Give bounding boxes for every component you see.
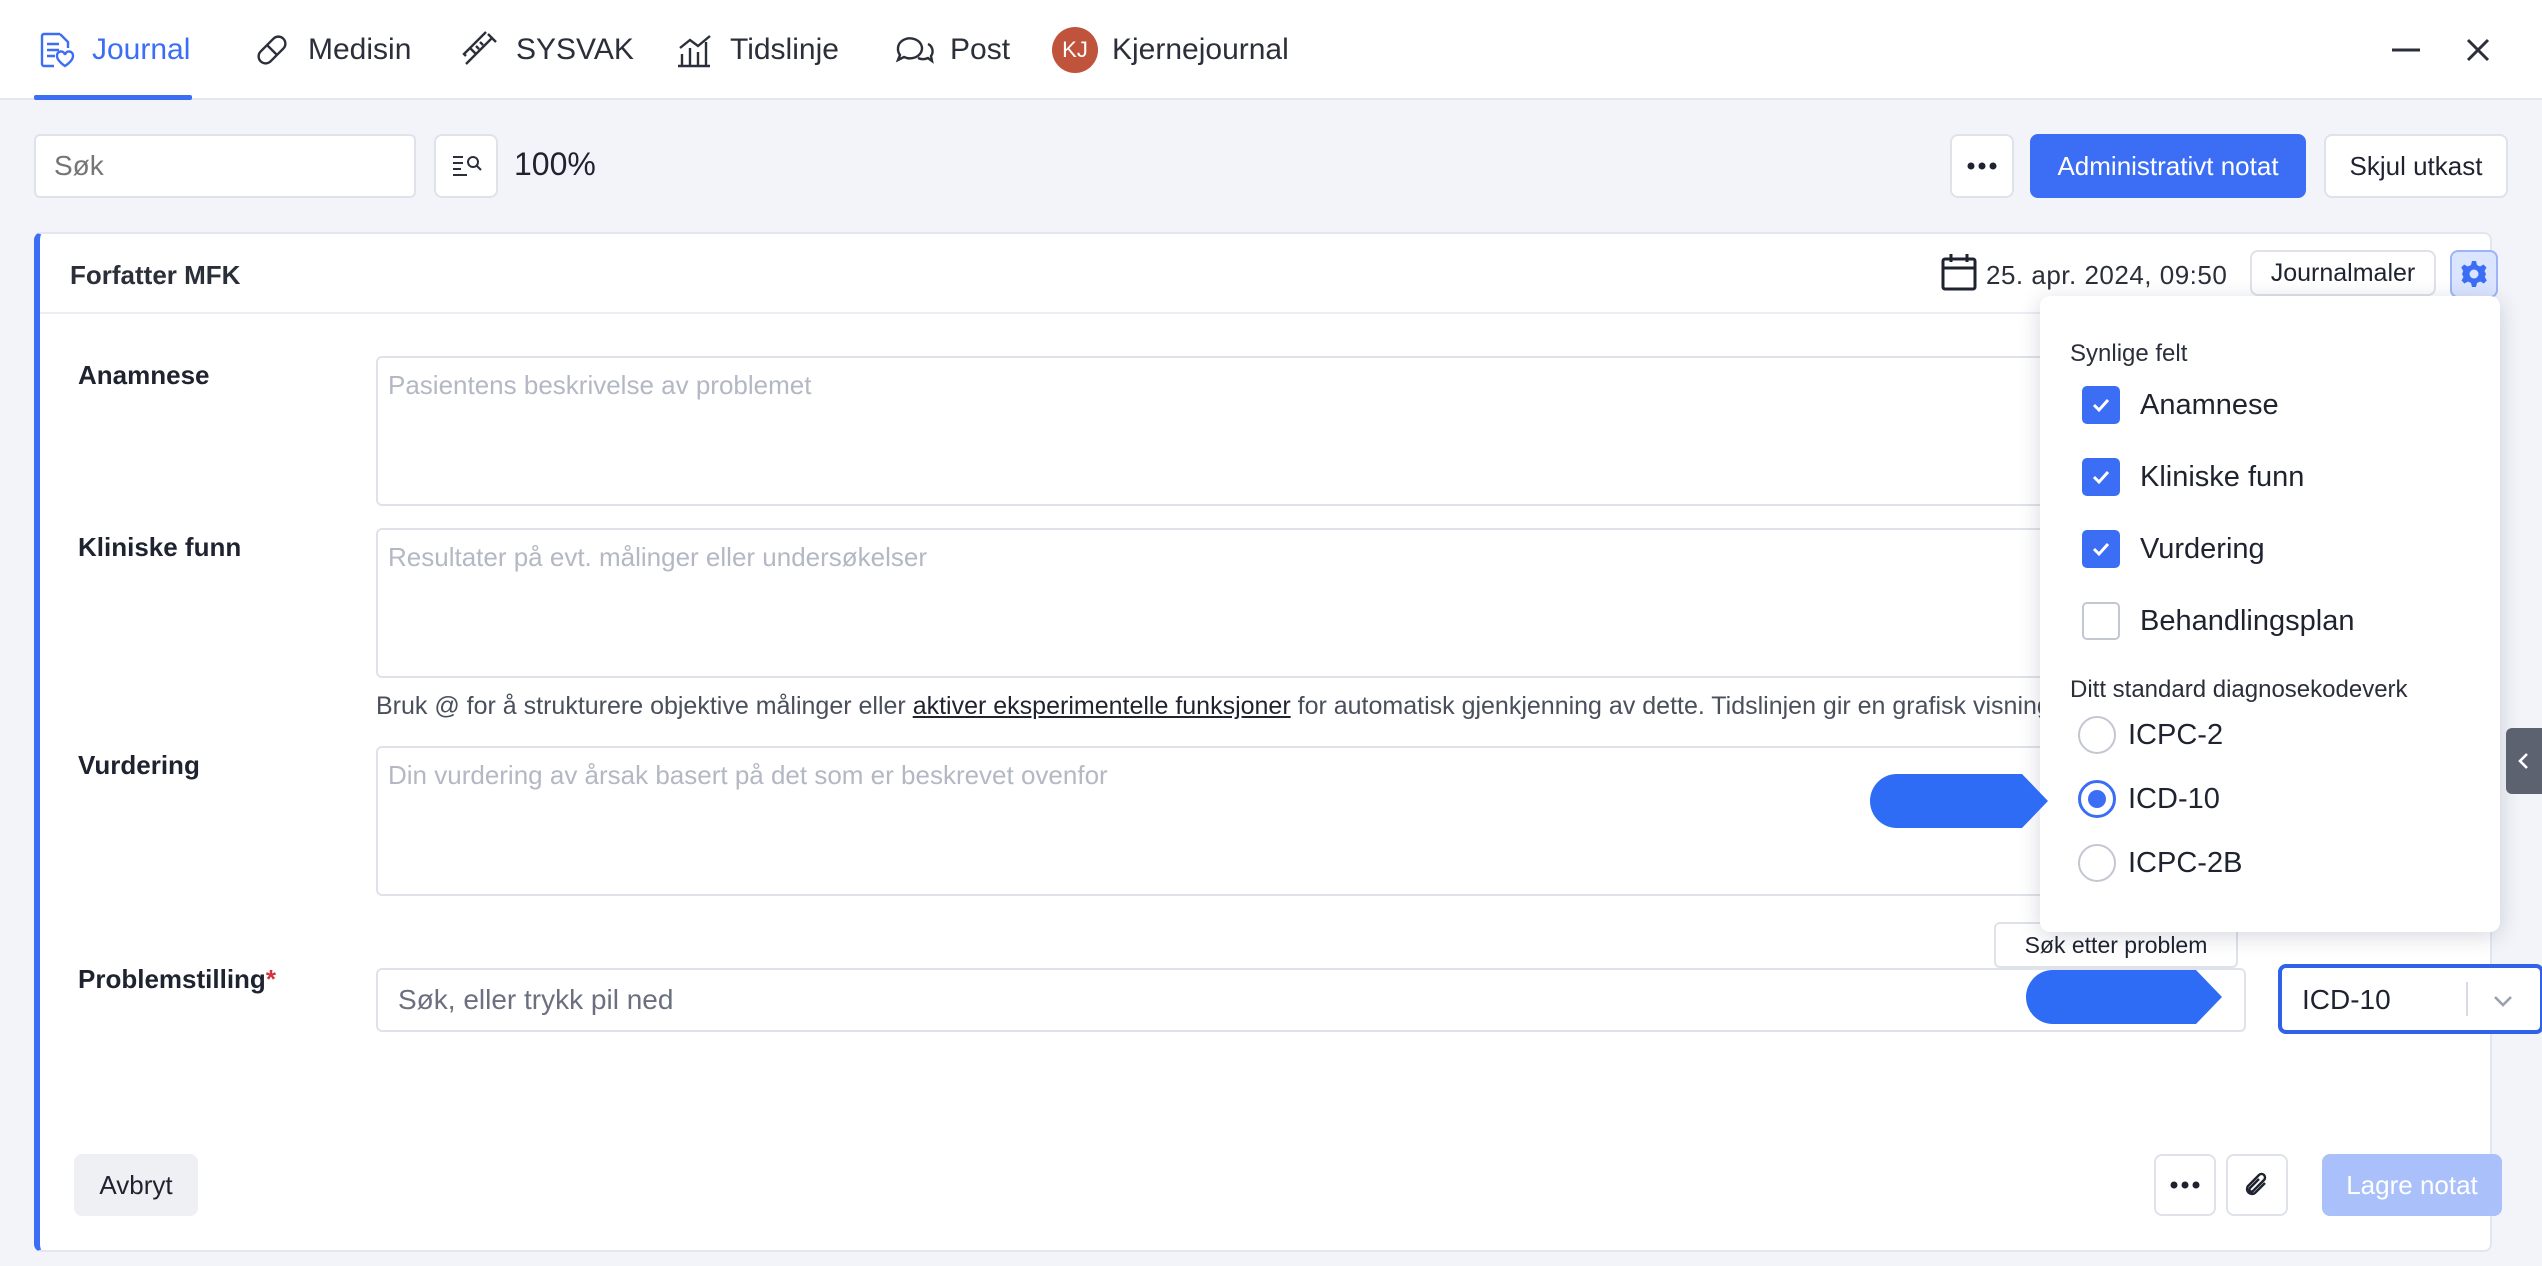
chevron-left-icon: [2518, 753, 2528, 769]
checkbox-label: Vurdering: [2140, 532, 2265, 565]
experimental-features-link[interactable]: aktiver eksperimentelle funksjoner: [913, 692, 1291, 720]
chart-icon: [678, 35, 711, 68]
syringe-icon: [462, 31, 497, 65]
minimize-icon[interactable]: [2384, 28, 2428, 72]
checkbox-label: Anamnese: [2140, 388, 2279, 421]
kliniske-funn-label: Kliniske funn: [78, 532, 242, 562]
tab-medisin[interactable]: Medisin: [250, 0, 411, 100]
search-input[interactable]: [34, 134, 416, 198]
kliniske-funn-field[interactable]: Resultater på evt. målinger eller unders…: [376, 528, 2136, 678]
radio-label: ICPC-2: [2128, 718, 2224, 751]
attach-button[interactable]: [2226, 1154, 2288, 1216]
view-options-button[interactable]: [434, 134, 498, 198]
vurdering-field[interactable]: Din vurdering av årsak basert på det som…: [376, 746, 2136, 896]
checkbox-behandlingsplan[interactable]: Behandlingsplan: [2082, 602, 2354, 640]
radio-unselected: [2078, 844, 2116, 882]
code-system-value: ICD-10: [2302, 984, 2391, 1015]
administrative-note-button[interactable]: Administrativt notat: [2030, 134, 2306, 198]
avatar: KJ: [1052, 27, 1098, 73]
tab-label: Kjernejournal: [1112, 33, 1289, 66]
side-panel-toggle[interactable]: [2506, 728, 2542, 794]
tab-sysvak[interactable]: SYSVAK: [458, 0, 634, 100]
checkbox-checked: [2082, 530, 2120, 568]
tab-label: Journal: [92, 33, 191, 66]
tab-post[interactable]: Post: [892, 0, 1010, 100]
pointer-marker: [2026, 970, 2222, 1024]
checkbox-checked: [2082, 458, 2120, 496]
field-settings-popup: Synlige felt Anamnese Kliniske funn Vurd…: [2040, 296, 2500, 932]
checkbox-anamnese[interactable]: Anamnese: [2082, 386, 2279, 424]
calendar-icon: [1941, 254, 1977, 291]
cancel-button[interactable]: Avbryt: [74, 1154, 198, 1216]
more-icon: [2170, 1181, 2200, 1189]
paperclip-icon: [2245, 1172, 2267, 1196]
list-search-icon: [453, 156, 482, 176]
problemstilling-text: Problemstilling: [78, 964, 266, 994]
vurdering-label: Vurdering: [78, 750, 200, 780]
more-icon: [1967, 162, 1997, 170]
code-system-title: Ditt standard diagnosekodeverk: [2070, 676, 2408, 703]
top-navigation: Journal Medisin SYSVAK Tidslinje Post KJ…: [0, 0, 2542, 100]
visible-fields-title: Synlige felt: [2070, 340, 2188, 367]
tab-journal[interactable]: Journal: [34, 0, 192, 100]
checkbox-label: Kliniske funn: [2140, 460, 2305, 493]
checkbox-vurdering[interactable]: Vurdering: [2082, 530, 2265, 568]
tab-tidslinje[interactable]: Tidslinje: [672, 0, 839, 100]
problemstilling-label: Problemstilling*: [78, 964, 276, 995]
code-system-select[interactable]: ICD-10: [2278, 964, 2542, 1034]
select-divider: [2466, 982, 2468, 1016]
tab-label: Tidslinje: [730, 33, 839, 66]
more-button[interactable]: [1950, 134, 2014, 198]
journal-icon: [40, 32, 75, 68]
settings-button[interactable]: [2450, 250, 2498, 298]
required-marker: *: [265, 964, 276, 994]
chevron-down-icon: [2494, 996, 2512, 1007]
radio-icpc-2[interactable]: ICPC-2: [2078, 716, 2223, 754]
check-icon: [2092, 542, 2110, 557]
zoom-level: 100%: [514, 146, 596, 182]
anamnese-label: Anamnese: [78, 360, 210, 390]
tab-label: Medisin: [308, 33, 412, 66]
tab-label: SYSVAK: [516, 33, 634, 66]
structure-hint: Bruk @ for å strukturere objektive målin…: [376, 692, 2076, 721]
radio-label: ICPC-2B: [2128, 846, 2243, 879]
chat-icon: [895, 37, 934, 64]
note-date: 25. apr. 2024, 09:50: [1986, 260, 2228, 290]
checkbox-label: Behandlingsplan: [2140, 604, 2355, 637]
pill-icon: [257, 35, 287, 65]
tab-kjernejournal[interactable]: KJ Kjernejournal: [1052, 0, 1289, 100]
radio-unselected: [2078, 716, 2116, 754]
checkbox-unchecked: [2082, 602, 2120, 640]
pointer-marker: [1870, 774, 2048, 828]
save-note-button[interactable]: Lagre notat: [2322, 1154, 2502, 1216]
close-icon[interactable]: [2456, 28, 2500, 72]
note-author: Forfatter MFK: [70, 260, 241, 290]
anamnese-field[interactable]: Pasientens beskrivelse av problemet: [376, 356, 2136, 506]
radio-label: ICD-10: [2128, 782, 2220, 815]
tab-label: Post: [950, 33, 1011, 66]
check-icon: [2092, 398, 2110, 413]
footer-more-button[interactable]: [2154, 1154, 2216, 1216]
hide-draft-button[interactable]: Skjul utkast: [2324, 134, 2508, 198]
radio-icd-10[interactable]: ICD-10: [2078, 780, 2220, 818]
hint-text-end: for automatisk gjenkjenning av dette. Ti…: [1290, 692, 2051, 720]
checkbox-checked: [2082, 386, 2120, 424]
check-icon: [2092, 470, 2110, 485]
problem-search-input[interactable]: Søk, eller trykk pil ned: [376, 968, 2246, 1032]
hint-text: Bruk @ for å strukturere objektive målin…: [376, 692, 913, 720]
radio-icpc-2b[interactable]: ICPC-2B: [2078, 844, 2242, 882]
checkbox-kliniske-funn[interactable]: Kliniske funn: [2082, 458, 2304, 496]
radio-selected: [2078, 780, 2116, 818]
gear-icon: [2461, 261, 2487, 287]
templates-button[interactable]: Journalmaler: [2250, 250, 2436, 296]
